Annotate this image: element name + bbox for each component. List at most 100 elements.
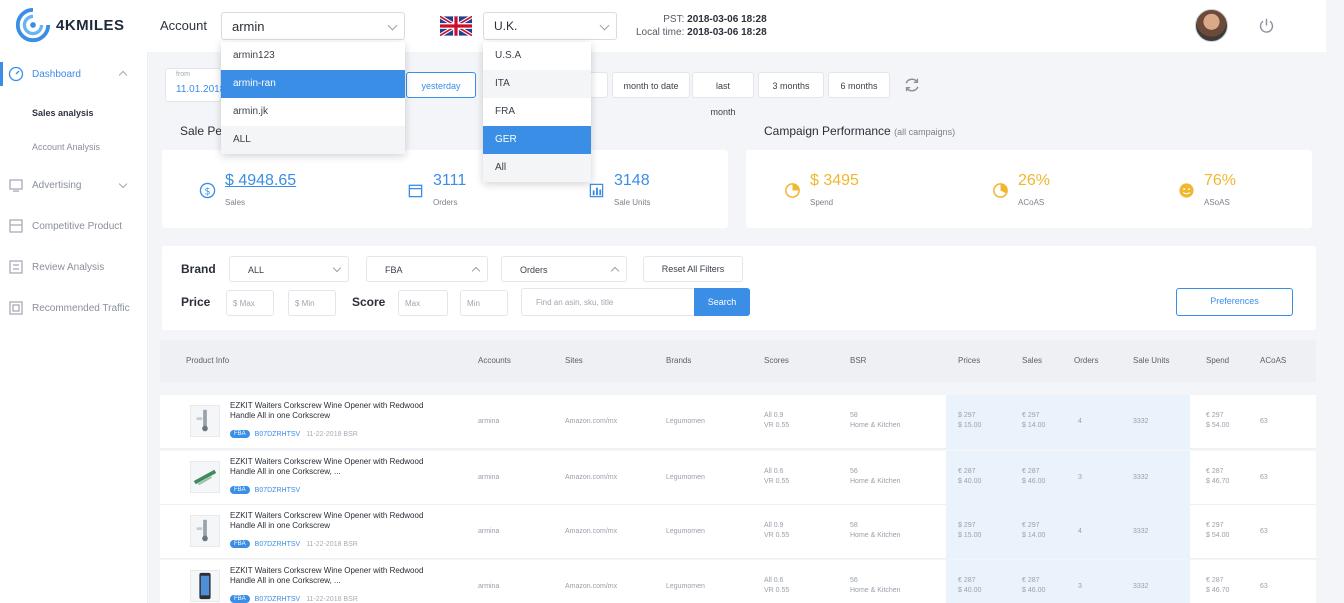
fba-badge: FBA [230,486,250,494]
price-cell-2: $ 40.00 [958,478,982,485]
sale-units-cell[interactable]: 3332 [1133,527,1149,537]
asin-link[interactable]: B07DZRHTSV [255,487,301,494]
dashboard-icon [8,66,24,82]
product-date: 11-22-2018 BSR [306,430,358,438]
sidebar-item-label: Competitive Product [32,220,123,232]
sidebar-item-competitive-product[interactable]: Competitive Product [0,208,148,244]
table-row[interactable]: EZKIT Waiters Corkscrew Wine Opener with… [160,451,1316,505]
fba-select[interactable]: FBA [366,256,488,282]
table-row[interactable]: EZKIT Waiters Corkscrew Wine Opener with… [160,395,1316,449]
sale-units-cell[interactable]: 3332 [1133,473,1149,483]
sidebar-item-label: Dashboard [32,68,81,80]
score-max-input[interactable]: Max [398,290,448,316]
date-picker[interactable]: from 11.01.2018 [165,68,225,102]
bsr-cell-2: Home & Kitchen [850,422,901,429]
column-header[interactable]: Sales [1022,356,1042,365]
range-last-month-button[interactable]: last month [692,72,754,117]
power-icon[interactable] [1258,17,1275,34]
asin-link[interactable]: B07DZRHTSV [255,541,301,548]
column-header[interactable]: Prices [958,356,980,365]
table-row[interactable]: EZKIT Waiters Corkscrew Wine Opener with… [160,560,1316,603]
search-button[interactable]: Search [694,288,750,316]
range-month-to-date-button[interactable]: month to date [612,72,690,98]
column-header[interactable]: BSR [850,356,866,365]
sidebar-item-advertising[interactable]: Advertising [0,167,148,203]
column-header[interactable]: Scores [764,356,789,365]
sales-cell-1: € 297 [1022,522,1040,529]
range-6-months-button[interactable]: 6 months [828,72,890,98]
country-option[interactable]: All [483,154,591,182]
site-cell: Amazon.com/mx [565,418,618,425]
column-header[interactable]: Sites [565,356,583,365]
range-3-months-button[interactable]: 3 months [758,72,824,98]
campaign-title: Campaign Performance [764,124,891,138]
score-cell-2: VR 0.55 [764,587,790,594]
account-option[interactable]: armin123 [221,42,405,70]
product-meta: FBA B07DZRHTSV [230,486,306,494]
sidebar-sub-account-analysis[interactable]: Account Analysis [32,142,100,152]
price-cell-1: € 287 [958,468,976,475]
country-option[interactable]: FRA [483,98,591,126]
column-header[interactable]: Accounts [478,356,511,365]
price-cell-2: $ 15.00 [958,422,982,429]
pst-label: PST: [663,14,685,25]
column-header[interactable]: Brands [666,356,691,365]
sidebar-item-recommended-traffic[interactable]: Recommended Traffic [0,290,148,326]
country-select[interactable]: U.K. [483,12,617,40]
product-thumbnail[interactable] [190,461,220,493]
orders-cell: 4 [1078,418,1082,425]
asin-link[interactable]: B07DZRHTSV [255,431,301,438]
sale-units-cell[interactable]: 3332 [1133,417,1149,427]
account-option-selected[interactable]: armin-ran [221,70,405,98]
country-option[interactable]: U.S.A [483,42,591,70]
price-min-input[interactable]: $ Min [288,290,336,316]
sidebar-item-dashboard[interactable]: Dashboard [0,56,148,92]
product-meta: FBA B07DZRHTSV 11-22-2018 BSR [230,430,358,438]
product-title[interactable]: EZKIT Waiters Corkscrew Wine Opener with… [230,566,450,586]
product-title[interactable]: EZKIT Waiters Corkscrew Wine Opener with… [230,457,450,477]
time-display: PST: 2018-03-06 18:28 Local time: 2018-0… [636,13,767,39]
review-icon [9,260,23,274]
sidebar-item-review-analysis[interactable]: Review Analysis [0,249,148,285]
stat-value: 3148 [614,172,650,189]
country-option-selected[interactable]: GER [483,126,591,154]
column-header[interactable]: Orders [1074,356,1098,365]
orders-select[interactable]: Orders [501,256,627,282]
logo[interactable]: 4KMILES [14,6,125,44]
calendar-icon [408,184,423,198]
column-header[interactable]: Spend [1206,356,1229,365]
product-thumbnail[interactable] [190,570,220,602]
account-option[interactable]: ALL [221,126,405,154]
country-option[interactable]: ITA [483,70,591,98]
refresh-icon[interactable] [903,76,921,94]
product-thumbnail[interactable] [190,405,220,437]
product-title[interactable]: EZKIT Waiters Corkscrew Wine Opener with… [230,401,450,421]
account-select[interactable]: armin [221,12,405,40]
sidebar-sub-sales-analysis[interactable]: Sales analysis [32,108,94,118]
asin-link[interactable]: B07DZRHTSV [255,596,301,603]
reset-filters-button[interactable]: Reset All Filters [643,256,743,282]
stat-label: Spend [810,198,834,207]
search-input[interactable]: Find an asin, sku, title [521,288,695,316]
price-max-input[interactable]: $ Max [226,290,274,316]
spend-cell-2: $ 54.00 [1206,422,1230,429]
score-label: Score [352,295,386,309]
score-min-input[interactable]: Min [460,290,508,316]
sales-cell-2: $ 14.00 [1022,532,1046,539]
sale-units-cell[interactable]: 3332 [1133,582,1149,592]
stat-value: 3111 [433,172,467,189]
column-header[interactable]: Product Info [186,356,229,365]
account-option[interactable]: armin.jk [221,98,405,126]
table-row[interactable]: EZKIT Waiters Corkscrew Wine Opener with… [160,505,1316,559]
acoas-cell: 63 [1260,528,1268,535]
brand-select[interactable]: ALL [229,256,349,282]
product-thumbnail[interactable] [190,515,220,547]
column-header[interactable]: ACoAS [1260,356,1286,365]
site-cell: Amazon.com/mx [565,474,618,481]
orders-cell: 4 [1078,528,1082,535]
product-title[interactable]: EZKIT Waiters Corkscrew Wine Opener with… [230,511,450,531]
avatar[interactable] [1195,9,1228,42]
column-header[interactable]: Sale Units [1133,356,1169,365]
range-yesterday-button[interactable]: yesterday [406,72,476,98]
preferences-button[interactable]: Preferences [1176,288,1293,316]
